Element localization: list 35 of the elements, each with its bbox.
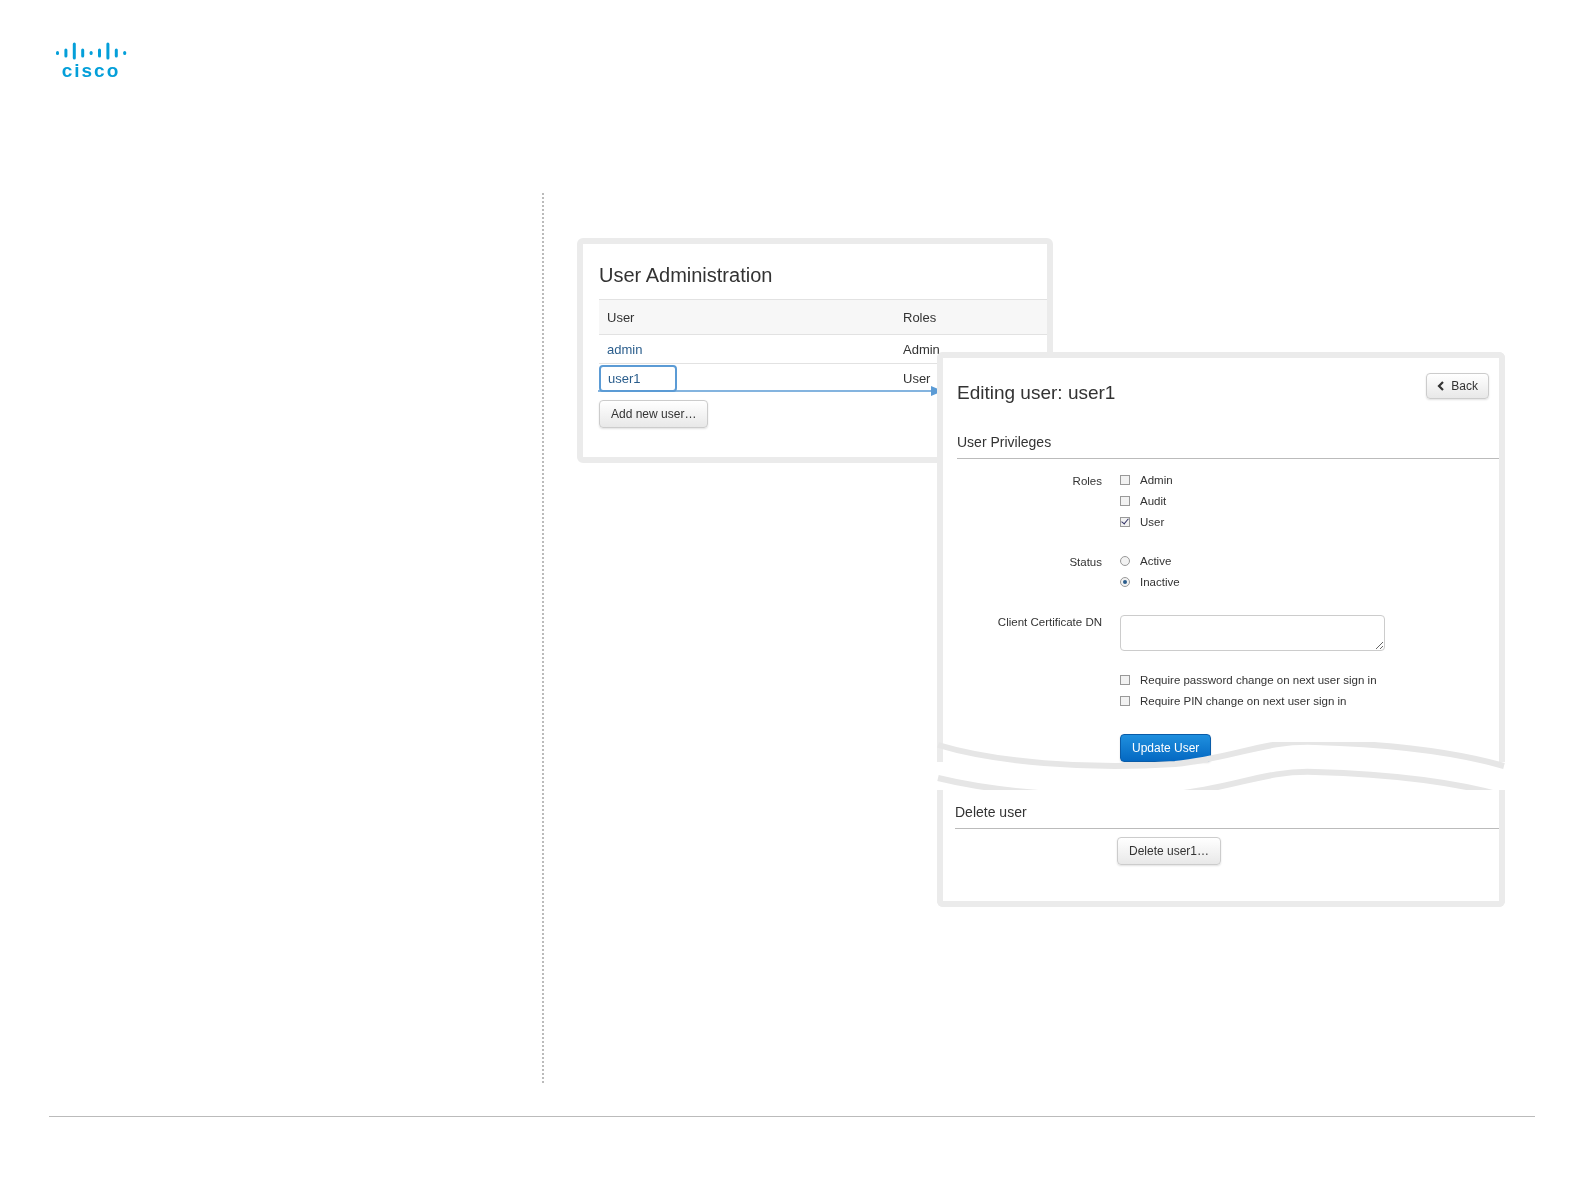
- logo-bars-icon: [55, 42, 127, 60]
- checkbox[interactable]: [1120, 675, 1130, 685]
- option-label: User: [1140, 516, 1165, 528]
- delete-user-button[interactable]: Delete user1…: [1117, 837, 1222, 865]
- panel-title: User Administration: [599, 264, 774, 287]
- section-heading: User Privileges: [957, 434, 1499, 459]
- checkbox[interactable]: [1120, 517, 1130, 527]
- table-cell: Admin: [903, 341, 940, 357]
- radio-button[interactable]: [1120, 577, 1130, 587]
- chevron-left-icon: [1437, 381, 1446, 391]
- checkbox[interactable]: [1120, 696, 1130, 706]
- back-button[interactable]: Back: [1426, 373, 1489, 399]
- option-label: Audit: [1140, 495, 1167, 507]
- field-label: Client Certificate DN: [997, 616, 1102, 628]
- option-label: Require password change on next user sign in: [1140, 674, 1377, 686]
- checkbox[interactable]: [1120, 475, 1130, 485]
- option-label: Admin: [1140, 474, 1173, 486]
- radio-button[interactable]: [1120, 556, 1130, 566]
- panel-title: Editing user: user1: [957, 382, 1116, 404]
- field-label: Roles: [1072, 475, 1102, 487]
- field-label: Status: [1069, 556, 1102, 568]
- certificate-field[interactable]: [1120, 615, 1385, 651]
- add-user-button[interactable]: Add new user…: [599, 400, 709, 428]
- option-label: Active: [1140, 555, 1172, 567]
- column-header: Roles: [902, 309, 938, 325]
- update-user-button[interactable]: Update User: [1120, 734, 1212, 762]
- user-link[interactable]: admin: [607, 341, 643, 357]
- table-cell: User: [903, 370, 931, 386]
- option-label: Inactive: [1140, 576, 1180, 588]
- logo-wordmark: cisco: [61, 61, 121, 81]
- option-label: Require PIN change on next user sign in: [1140, 695, 1347, 707]
- section-heading: Delete user: [955, 804, 1499, 829]
- checkbox[interactable]: [1120, 496, 1130, 506]
- column-header: User: [606, 309, 636, 325]
- user-link[interactable]: user1: [599, 364, 677, 392]
